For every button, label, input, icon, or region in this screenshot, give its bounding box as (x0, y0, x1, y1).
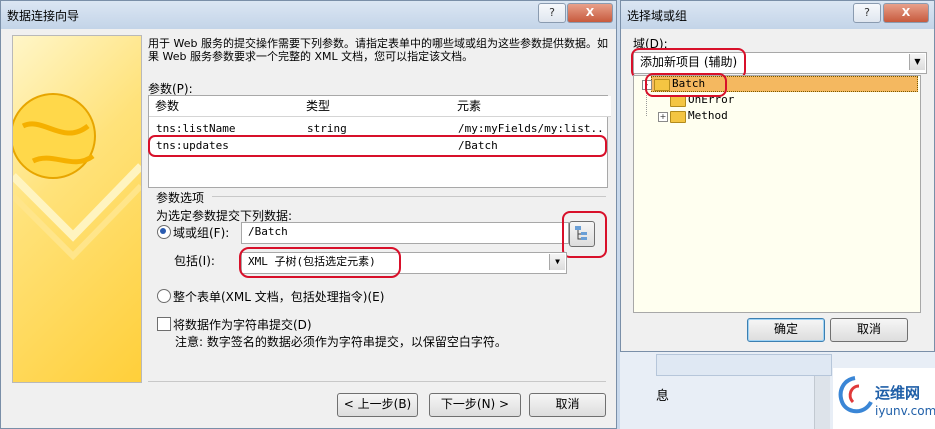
col-header-element[interactable]: 元素 (451, 96, 611, 117)
data-connection-wizard-window: 数据连接向导 ? X 用于 Web 服务的提交操作需要下列参数。请指定表单中的哪… (0, 0, 617, 429)
include-label: 包括(I): (174, 254, 215, 268)
globe-icon (13, 93, 141, 261)
field-or-group-radio[interactable] (157, 225, 171, 239)
dialog-help-button[interactable]: ? (853, 3, 881, 23)
dialog-close-button[interactable]: X (883, 3, 929, 23)
options-group-label: 参数选项 (156, 191, 205, 205)
signature-note: 注意: 数字签名的数据必须作为字符串提交，以保留空白字符。 (175, 335, 507, 349)
background-vscroll[interactable] (814, 376, 830, 429)
watermark-logo: 运维网 iyunv.com (833, 368, 935, 429)
chevron-down-icon[interactable]: ▼ (549, 254, 565, 270)
field-or-group-label: 域或组(F): (173, 226, 230, 240)
background-toolbar (656, 354, 832, 376)
background-info-label: 息 (656, 389, 670, 404)
wizard-titlebar: 数据连接向导 ? X (1, 1, 616, 29)
highlight-include-select (239, 247, 401, 278)
col-header-type[interactable]: 类型 (300, 96, 458, 117)
whole-form-radio[interactable] (157, 289, 171, 303)
submit-as-string-checkbox[interactable] (157, 317, 171, 331)
select-field-dialog: 选择域或组 ? X 域(D): 添加新项目 (辅助) ▼ - Batch OnE… (620, 0, 935, 352)
field-tree[interactable]: - Batch OnError + Method (633, 75, 921, 313)
whole-form-label: 整个表单(XML 文档，包括处理指令)(E) (173, 290, 385, 304)
watermark-url: iyunv.com (875, 404, 935, 418)
watermark-name: 运维网 (875, 384, 921, 402)
highlight-batch-node (645, 73, 727, 97)
back-button[interactable]: < 上一步(B) (337, 393, 418, 417)
dialog-titlebar: 选择域或组 ? X (621, 1, 934, 29)
dialog-cancel-button[interactable]: 取消 (830, 318, 908, 342)
wizard-art-panel (12, 35, 142, 383)
ok-button[interactable]: 确定 (747, 318, 825, 342)
chevron-down-icon[interactable]: ▼ (909, 54, 925, 70)
wizard-close-button[interactable]: X (567, 3, 613, 23)
wizard-description: 用于 Web 服务的提交操作需要下列参数。请指定表单中的哪些域或组为这些参数提供… (148, 37, 608, 63)
wizard-client: 用于 Web 服务的提交操作需要下列参数。请指定表单中的哪些域或组为这些参数提供… (9, 29, 614, 424)
field-or-group-input[interactable]: /Batch (241, 222, 569, 244)
tree-label-method[interactable]: Method (688, 109, 728, 122)
expand-icon[interactable]: + (658, 112, 668, 122)
tree-connector (646, 92, 647, 116)
dialog-client: 域(D): 添加新项目 (辅助) ▼ - Batch OnError + Met… (629, 29, 930, 347)
col-header-param[interactable]: 参数 (149, 96, 307, 117)
cancel-button[interactable]: 取消 (529, 393, 606, 417)
options-group-divider (212, 196, 606, 197)
highlight-updates-row (148, 135, 607, 157)
highlight-select-button (562, 211, 607, 258)
next-button[interactable]: 下一步(N) > (429, 393, 521, 417)
dialog-title: 选择域或组 (627, 9, 688, 23)
submit-as-string-label: 将数据作为字符串提交(D) (173, 318, 312, 332)
footer-divider (148, 381, 606, 382)
watermark-swirl-icon (838, 376, 873, 414)
folder-icon (670, 111, 686, 123)
wizard-title: 数据连接向导 (7, 9, 80, 23)
wizard-help-button[interactable]: ? (538, 3, 566, 23)
